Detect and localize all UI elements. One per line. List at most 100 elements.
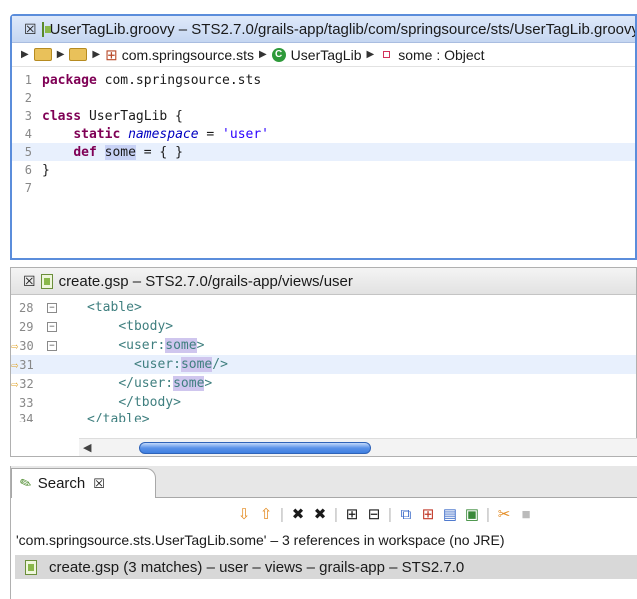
scroll-thumb[interactable] <box>139 442 371 454</box>
line-number: 29 <box>19 319 34 334</box>
fold-collapse-icon[interactable]: − <box>47 321 57 332</box>
tag-text: <user: <box>133 357 181 372</box>
occurrence-highlight: some <box>104 144 136 160</box>
result-row[interactable]: create.gsp (3 matches) – user – views – … <box>15 555 637 579</box>
line-number: ⇨30 <box>11 338 34 353</box>
show-as-list-icon[interactable]: ▤ <box>439 505 461 523</box>
remove-selected-icon[interactable]: ✖ <box>287 505 309 523</box>
source-folder-icon[interactable] <box>69 48 88 61</box>
horizontal-scrollbar[interactable]: ◀ <box>79 438 637 456</box>
code-line: 4 static namespace = 'user' <box>12 125 635 143</box>
code-line: 33 </tbody> <box>11 393 636 412</box>
occurrence-highlight: some <box>180 357 213 372</box>
keyword: def <box>73 144 97 160</box>
chevron-right-icon[interactable]: ▶ <box>92 49 100 60</box>
line-number: 2 <box>24 91 32 105</box>
code-line: 2 <box>12 89 635 107</box>
tag-text: /> <box>212 357 228 372</box>
line-number: ⇨32 <box>11 376 34 391</box>
field-name: namespace <box>128 126 199 142</box>
tag-text: <user: <box>118 338 166 353</box>
tag-text: <tbody> <box>118 319 174 334</box>
occurrence-highlight: some <box>165 338 197 353</box>
tab-label: Search <box>37 475 86 492</box>
gsp-editor: ☒ create.gsp – STS2.7.0/grails-app/views… <box>10 267 637 457</box>
scroll-left-icon[interactable]: ◀ <box>83 441 91 454</box>
tag-text: </table> <box>87 412 150 422</box>
class-icon: C <box>271 47 286 62</box>
chevron-right-icon[interactable]: ▶ <box>259 49 267 60</box>
code-text: = { } <box>135 144 183 160</box>
view-tab-row: ✎ Search ☒ <box>11 466 637 498</box>
tag-text: > <box>204 376 213 391</box>
groovy-editor: ☒ UserTagLib.groovy – STS2.7.0/grails-ap… <box>10 14 637 260</box>
remove-all-icon[interactable]: ✖ <box>309 505 331 523</box>
search-view: ✎ Search ☒ ⇩ ⇧ | ✖ ✖ | ⊞ ⊟ | ⧉ ⊞ ▤ ▣ | ✂… <box>10 466 637 599</box>
fold-collapse-icon[interactable]: − <box>47 340 57 351</box>
code-text: = <box>198 126 223 142</box>
search-summary: 'com.springsource.sts.UserTagLib.some' –… <box>16 532 505 548</box>
code-text: UserTagLib { <box>81 108 183 124</box>
code-area[interactable]: 28 − <table> 29 − <tbody> ⇨30 − <user: so… <box>11 298 636 422</box>
line-number: 4 <box>24 127 32 141</box>
line-number: 33 <box>19 395 34 410</box>
chevron-right-icon[interactable]: ▶ <box>367 49 375 60</box>
occurrence-highlight: some <box>173 376 205 391</box>
keyword: static <box>73 126 121 142</box>
close-icon[interactable]: ☒ <box>24 21 37 38</box>
code-line: ⇨30 − <user: some > <box>11 336 636 355</box>
separator: | <box>388 505 392 523</box>
code-area[interactable]: 1 package com.springsource.sts 2 3 class… <box>12 71 635 197</box>
flashlight-icon: ✎ <box>17 473 34 493</box>
line-number: 3 <box>24 109 32 123</box>
code-line: 3 class UserTagLib { <box>12 107 635 125</box>
code-line: 1 package com.springsource.sts <box>12 71 635 89</box>
tag-text: </user: <box>118 376 174 391</box>
close-icon[interactable]: ☒ <box>93 476 105 492</box>
separator: | <box>334 505 338 523</box>
separator: | <box>280 505 284 523</box>
editor-tab-create-gsp[interactable]: ☒ create.gsp – STS2.7.0/grails-app/views… <box>11 268 636 295</box>
line-number: 5 <box>24 145 32 159</box>
previous-match-icon[interactable]: ⇧ <box>255 505 277 523</box>
tab-search[interactable]: ✎ Search ☒ <box>11 468 156 498</box>
breadcrumb-member[interactable]: some : Object <box>398 47 484 63</box>
next-match-icon[interactable]: ⇩ <box>233 505 255 523</box>
line-number: 1 <box>24 73 32 87</box>
close-icon[interactable]: ☒ <box>23 273 36 290</box>
breadcrumb-class[interactable]: UserTagLib <box>291 47 362 63</box>
code-line: 28 − <table> <box>11 298 636 317</box>
result-label: create.gsp (3 matches) – user – views – … <box>49 558 465 576</box>
collapse-all-icon[interactable]: ⊟ <box>363 505 385 523</box>
line-number: 28 <box>19 300 34 315</box>
chevron-right-icon[interactable]: ▶ <box>21 49 29 60</box>
keyword: class <box>42 108 82 124</box>
history-icon[interactable]: ▣ <box>461 505 483 523</box>
chevron-right-icon[interactable]: ▶ <box>57 49 65 60</box>
project-folder-icon[interactable] <box>33 48 52 61</box>
groovy-file-icon <box>41 21 51 37</box>
pin-icon[interactable]: ✂ <box>493 505 515 523</box>
occurrence-arrow-icon: ⇨ <box>11 338 19 353</box>
fold-collapse-icon[interactable]: − <box>47 302 57 313</box>
line-number: 34 <box>19 412 34 422</box>
code-line-current: 5 def some = { } <box>12 143 635 161</box>
gsp-file-icon <box>40 273 53 289</box>
line-number: 6 <box>24 163 32 177</box>
line-number: 7 <box>24 181 32 195</box>
code-line: 7 <box>12 179 635 197</box>
cancel-icon[interactable]: ■ <box>515 506 537 523</box>
code-line: 34 </table> <box>11 412 636 422</box>
show-as-tree-icon[interactable]: ⊞ <box>417 505 439 523</box>
keyword: package <box>42 72 97 88</box>
code-line: ⇨32 </user: some > <box>11 374 636 393</box>
search-toolbar: ⇩ ⇧ | ✖ ✖ | ⊞ ⊟ | ⧉ ⊞ ▤ ▣ | ✂ ■ <box>11 502 637 526</box>
editor-title: UserTagLib.groovy – STS2.7.0/grails-app/… <box>49 20 635 38</box>
run-search-icon[interactable]: ⧉ <box>395 506 417 523</box>
editor-tab-usertaglib[interactable]: ☒ UserTagLib.groovy – STS2.7.0/grails-ap… <box>12 16 635 43</box>
expand-all-icon[interactable]: ⊞ <box>341 505 363 523</box>
separator: | <box>486 505 490 523</box>
package-icon: ⊞ <box>105 46 118 64</box>
breadcrumb-package[interactable]: com.springsource.sts <box>122 47 254 63</box>
tag-text: > <box>196 338 205 353</box>
